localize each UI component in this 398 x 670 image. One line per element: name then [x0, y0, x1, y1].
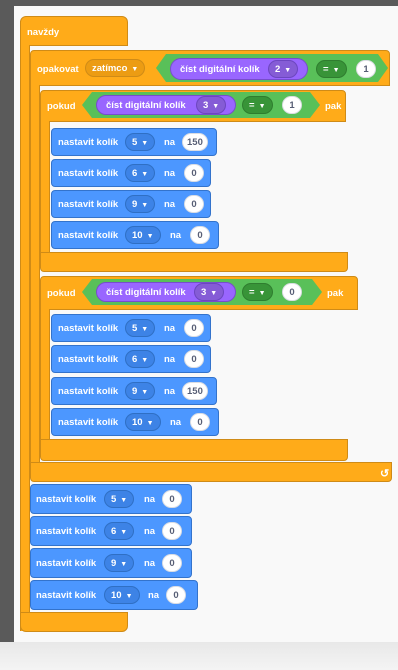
pin-value-input[interactable]: 0 — [184, 164, 204, 182]
na-label: na — [164, 386, 176, 397]
set-pin-label: nastavit kolík — [36, 590, 97, 601]
pin-dropdown[interactable]: 5 ▼ — [125, 133, 156, 151]
na-label: na — [164, 168, 176, 179]
pin-value-input[interactable]: 0 — [184, 350, 204, 368]
operator-dropdown[interactable]: = ▼ — [242, 96, 273, 114]
compare-value-input[interactable]: 1 — [356, 60, 376, 78]
operator-dropdown[interactable]: = ▼ — [316, 60, 347, 78]
repeat-arm — [30, 85, 40, 463]
na-label: na — [170, 230, 182, 241]
set-pin-label: nastavit kolík — [58, 137, 119, 148]
chevron-down-icon: ▼ — [210, 290, 218, 297]
set-pin-label: nastavit kolík — [58, 386, 119, 397]
pin-value-input[interactable]: 0 — [190, 413, 210, 431]
read-pin-label: číst digitální kolík — [180, 64, 260, 75]
read-pin-dropdown[interactable]: 2 ▼ — [268, 60, 299, 78]
chevron-down-icon: ▼ — [120, 561, 128, 568]
pin-dropdown[interactable]: 9 ▼ — [104, 554, 135, 572]
if-bottom — [40, 439, 348, 461]
chevron-down-icon: ▼ — [146, 233, 154, 240]
set-pin-label: nastavit kolík — [58, 230, 119, 241]
set-pin-label: nastavit kolík — [36, 494, 97, 505]
forever-label: navždy — [27, 27, 60, 38]
pin-value-input[interactable]: 0 — [162, 554, 182, 572]
chevron-down-icon: ▼ — [258, 290, 266, 297]
pin-dropdown[interactable]: 9 ▼ — [125, 382, 156, 400]
set-pin-label: nastavit kolík — [58, 323, 119, 334]
compare-value-input[interactable]: 0 — [282, 283, 302, 301]
read-pin-dropdown[interactable]: 3 ▼ — [194, 283, 225, 301]
chevron-down-icon: ▼ — [332, 67, 340, 74]
na-label: na — [170, 417, 182, 428]
read-pin-label: číst digitální kolík — [106, 287, 186, 298]
chevron-down-icon: ▼ — [141, 326, 149, 333]
set-pin-label: nastavit kolík — [36, 526, 97, 537]
set-pin-label: nastavit kolík — [58, 168, 119, 179]
pin-value-input[interactable]: 0 — [184, 319, 204, 337]
chevron-down-icon: ▼ — [141, 389, 149, 396]
chevron-down-icon: ▼ — [141, 202, 149, 209]
chevron-down-icon: ▼ — [141, 357, 149, 364]
chevron-down-icon: ▼ — [284, 67, 292, 74]
set-pin-label: nastavit kolík — [58, 417, 119, 428]
pin-dropdown[interactable]: 6 ▼ — [125, 350, 156, 368]
if-arm — [40, 121, 50, 253]
na-label: na — [164, 199, 176, 210]
repeat-mode-dropdown[interactable]: zatímco ▼ — [85, 59, 146, 77]
if-then-label: pak — [325, 101, 342, 112]
chevron-down-icon: ▼ — [258, 103, 266, 110]
pin-value-input[interactable]: 0 — [190, 226, 210, 244]
chevron-down-icon: ▼ — [212, 103, 220, 110]
pin-value-input[interactable]: 0 — [184, 195, 204, 213]
chevron-down-icon: ▼ — [131, 66, 139, 73]
repeat-label: opakovat — [37, 64, 79, 75]
pin-dropdown[interactable]: 5 ▼ — [125, 319, 156, 337]
pin-value-input[interactable]: 0 — [162, 522, 182, 540]
read-pin-dropdown[interactable]: 3 ▼ — [196, 96, 227, 114]
pin-value-input[interactable]: 0 — [162, 490, 182, 508]
chevron-down-icon: ▼ — [120, 529, 128, 536]
if-bottom — [40, 252, 348, 272]
if-label: pokud — [47, 288, 76, 299]
chevron-down-icon: ▼ — [120, 497, 128, 504]
chevron-down-icon: ▼ — [146, 420, 154, 427]
na-label: na — [164, 137, 176, 148]
na-label: na — [164, 323, 176, 334]
na-label: na — [144, 494, 156, 505]
operator-dropdown[interactable]: = ▼ — [242, 283, 273, 301]
chevron-down-icon: ▼ — [125, 593, 133, 600]
pin-dropdown[interactable]: 6 ▼ — [125, 164, 156, 182]
forever-arm — [20, 45, 30, 631]
compare-value-input[interactable]: 1 — [282, 96, 302, 114]
chevron-down-icon: ▼ — [141, 171, 149, 178]
na-label: na — [144, 526, 156, 537]
pin-value-input[interactable]: 150 — [182, 133, 208, 151]
set-pin-label: nastavit kolík — [58, 199, 119, 210]
na-label: na — [148, 590, 160, 601]
na-label: na — [164, 354, 176, 365]
repeat-bottom — [30, 462, 392, 482]
pin-value-input[interactable]: 150 — [182, 382, 208, 400]
loop-arrow-icon: ↺ — [380, 468, 390, 480]
pin-dropdown[interactable]: 9 ▼ — [125, 195, 156, 213]
pin-dropdown[interactable]: 6 ▼ — [104, 522, 135, 540]
pin-dropdown[interactable]: 5 ▼ — [104, 490, 135, 508]
if-label: pokud — [47, 101, 76, 112]
set-pin-label: nastavit kolík — [58, 354, 119, 365]
canvas-bottom-edge — [0, 642, 398, 670]
pin-dropdown[interactable]: 10 ▼ — [104, 586, 140, 604]
read-pin-label: číst digitální kolík — [106, 100, 186, 111]
pin-dropdown[interactable]: 10 ▼ — [125, 226, 161, 244]
pin-value-input[interactable]: 0 — [166, 586, 186, 604]
forever-bottom — [20, 612, 128, 632]
if-then-label: pak — [327, 288, 344, 299]
pin-dropdown[interactable]: 10 ▼ — [125, 413, 161, 431]
set-pin-label: nastavit kolík — [36, 558, 97, 569]
if-arm — [40, 309, 50, 440]
chevron-down-icon: ▼ — [141, 140, 149, 147]
na-label: na — [144, 558, 156, 569]
